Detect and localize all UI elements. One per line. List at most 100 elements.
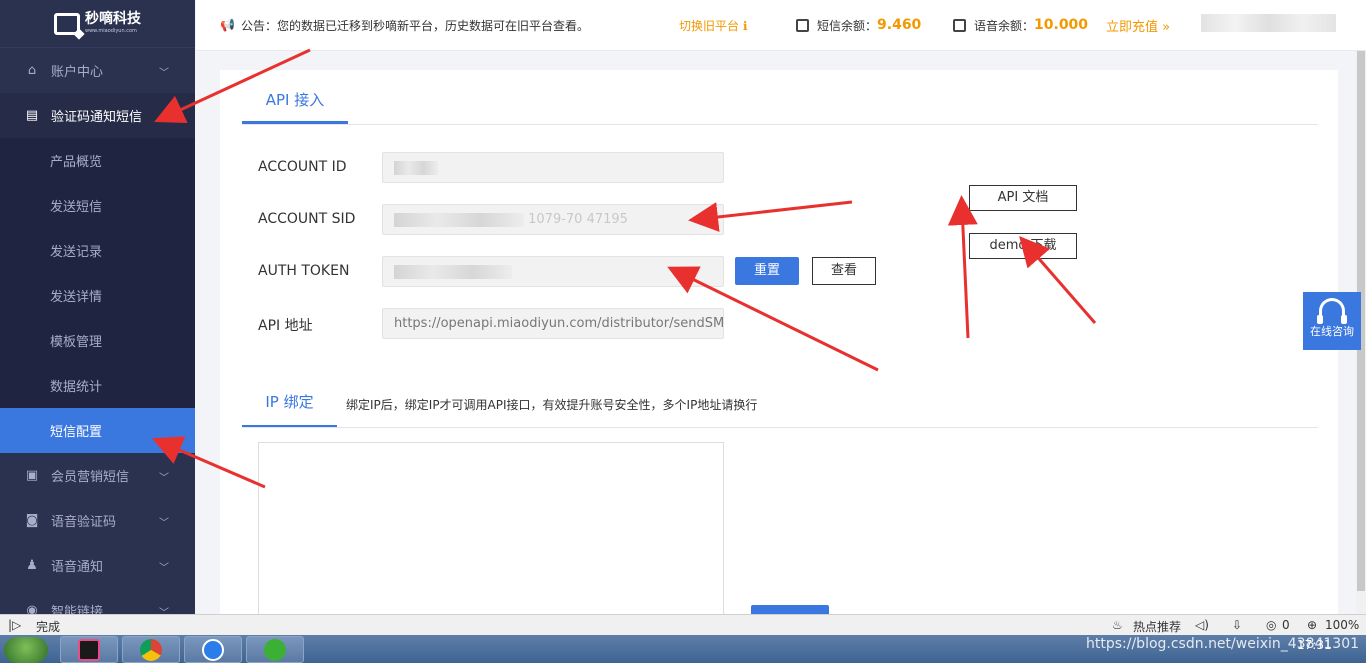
zoom-icon[interactable]: ⊕	[1307, 618, 1317, 632]
download-icon[interactable]: ⇩	[1232, 618, 1242, 632]
consult-label: 在线咨询	[1310, 325, 1354, 338]
menu-label: 会员营销短信	[51, 470, 130, 485]
clock[interactable]: 17:31	[1297, 638, 1332, 652]
chevron-down-icon: ﹀	[159, 473, 169, 484]
menu-label: 语音验证码	[51, 515, 117, 530]
announcement-text: 公告：您的数据已迁移到秒嘀新平台，历史数据可在旧平台查看。	[240, 18, 589, 33]
menu-label: 验证码通知短信	[51, 110, 143, 125]
menu-voice-code[interactable]: ◙ 语音验证码 ﹀	[0, 498, 195, 543]
adblock-icon[interactable]: ◎	[1266, 618, 1276, 632]
marketing-icon: ▣	[25, 468, 39, 483]
sub-item-statistics[interactable]: 数据统计	[0, 363, 195, 408]
demo-download-button[interactable]: demo 下载	[969, 233, 1077, 259]
adblock-count: 0	[1282, 618, 1290, 632]
tab-ip-binding[interactable]: IP 绑定	[242, 392, 337, 428]
headset-icon	[1317, 298, 1347, 324]
switch-old-label: 切换旧平台	[679, 18, 740, 33]
start-button[interactable]	[4, 637, 48, 663]
taskbar-intellij[interactable]	[60, 636, 118, 663]
home-icon: ⌂	[27, 63, 37, 78]
menu-label: 语音通知	[51, 560, 104, 575]
top-bar: 📢 公告：您的数据已迁移到秒嘀新平台，历史数据可在旧平台查看。 切换旧平台 ℹ …	[196, 0, 1366, 51]
sub-item-send-details[interactable]: 发送详情	[0, 273, 195, 318]
announcement: 📢 公告：您的数据已迁移到秒嘀新平台，历史数据可在旧平台查看。	[220, 17, 589, 34]
sms-balance-value: 9.460	[877, 17, 922, 33]
voice-code-icon: ◙	[25, 513, 39, 528]
balance-icon	[953, 18, 966, 32]
api-url-field[interactable]: https://openapi.miaodiyun.com/distributo…	[382, 308, 724, 339]
megaphone-icon: 📢	[220, 18, 235, 32]
account-sid-partial: 1079-70 47195	[528, 212, 628, 227]
sub-item-sms-config[interactable]: 短信配置	[0, 408, 195, 453]
logo[interactable]: 秒嘀科技 www.miaodiyun.com	[0, 0, 195, 48]
voice-balance-label: 语音余额：	[974, 18, 1035, 33]
chevron-down-icon: ﹀	[159, 563, 169, 574]
chevron-down-icon: ﹀	[159, 68, 169, 79]
menu-label: 智能链接	[51, 605, 104, 614]
account-id-label: ACCOUNT ID	[258, 159, 347, 175]
divider	[242, 427, 1318, 428]
sub-item-send-sms[interactable]: 发送短信	[0, 183, 195, 228]
sogou-icon	[202, 638, 224, 661]
voice-balance: 语音余额： 10.000	[953, 17, 1088, 34]
user-info-blurred[interactable]	[1201, 14, 1336, 32]
auth-token-label: AUTH TOKEN	[258, 263, 350, 279]
sidebar-toggle-icon[interactable]: |▷	[8, 618, 21, 632]
tab-api-access[interactable]: API 接入	[242, 90, 348, 124]
voice-balance-value: 10.000	[1034, 17, 1089, 33]
taskbar-sogou[interactable]	[184, 636, 242, 663]
wechat-icon	[264, 638, 286, 661]
switch-old-platform-link[interactable]: 切换旧平台 ℹ	[679, 17, 747, 34]
sub-item-overview[interactable]: 产品概览	[0, 138, 195, 183]
ip-address-textarea[interactable]	[258, 442, 724, 622]
logo-icon	[54, 12, 80, 35]
link-icon: ◉	[26, 603, 38, 614]
zoom-level[interactable]: 100%	[1325, 618, 1359, 632]
taskbar-chrome[interactable]	[122, 636, 180, 663]
main-card: API 接入 ACCOUNT ID ACCOUNT SID 1079-70 47…	[220, 70, 1338, 622]
account-sid-field[interactable]: 1079-70 47195	[382, 204, 724, 235]
sidebar: 秒嘀科技 www.miaodiyun.com ⌂ 账户中心 ﹀ ▤ 验证码通知短…	[0, 0, 195, 614]
sub-item-send-records[interactable]: 发送记录	[0, 228, 195, 273]
sms-balance-label: 短信余额：	[817, 18, 878, 33]
menu-marketing-sms[interactable]: ▣ 会员营销短信 ﹀	[0, 453, 195, 498]
hot-icon: ♨	[1112, 618, 1123, 632]
api-url-label: API 地址	[258, 318, 313, 334]
hot-recommend-link[interactable]: 热点推荐	[1133, 618, 1181, 635]
account-id-field[interactable]	[382, 152, 724, 183]
account-sid-label: ACCOUNT SID	[258, 211, 356, 227]
taskbar-wechat[interactable]	[246, 636, 304, 663]
online-consult-button[interactable]: 在线咨询	[1303, 292, 1361, 350]
view-button[interactable]: 查看	[812, 257, 876, 285]
menu-smart-link[interactable]: ◉ 智能链接 ﹀	[0, 588, 195, 614]
blurred-value	[394, 160, 438, 175]
chrome-icon	[140, 638, 162, 661]
api-doc-button[interactable]: API 文档	[969, 185, 1077, 211]
menu-voice-notify[interactable]: ♟ 语音通知 ﹀	[0, 543, 195, 588]
chevron-down-icon: ﹀	[159, 608, 169, 614]
recharge-link[interactable]: 立即充值 »	[1106, 16, 1170, 35]
sms-balance: 短信余额： 9.460	[796, 17, 921, 34]
chevron-up-icon: ︿	[159, 113, 169, 124]
menu-verification-sms[interactable]: ▤ 验证码通知短信 ︿	[0, 93, 195, 138]
ip-binding-description: 绑定IP后，绑定IP才可调用API接口，有效提升账号安全性，多个IP地址请换行	[346, 398, 758, 412]
voice-notify-icon: ♟	[26, 558, 38, 573]
chevron-down-icon: ﹀	[159, 518, 169, 529]
logo-title: 秒嘀科技	[85, 11, 141, 27]
blurred-value	[394, 212, 524, 227]
status-text: 完成	[36, 620, 61, 634]
reset-button[interactable]: 重置	[735, 257, 799, 285]
intellij-icon	[78, 638, 100, 661]
browser-status-bar: |▷ 完成 ♨ 热点推荐 ◁) ⇩ ◎ 0 ⊕ 100%	[0, 614, 1366, 635]
blurred-value	[394, 264, 512, 279]
divider	[242, 124, 1318, 125]
menu-account-center[interactable]: ⌂ 账户中心 ﹀	[0, 48, 195, 93]
menu-label: 账户中心	[51, 65, 104, 80]
speaker-icon[interactable]: ◁)	[1195, 618, 1209, 632]
info-icon: ℹ	[742, 18, 748, 33]
logo-subtitle: www.miaodiyun.com	[85, 28, 137, 34]
sub-item-templates[interactable]: 模板管理	[0, 318, 195, 363]
auth-token-field[interactable]	[382, 256, 724, 287]
taskbar: https://blog.csdn.net/weixin_43841301 17…	[0, 635, 1366, 663]
message-icon: ▤	[25, 108, 39, 123]
